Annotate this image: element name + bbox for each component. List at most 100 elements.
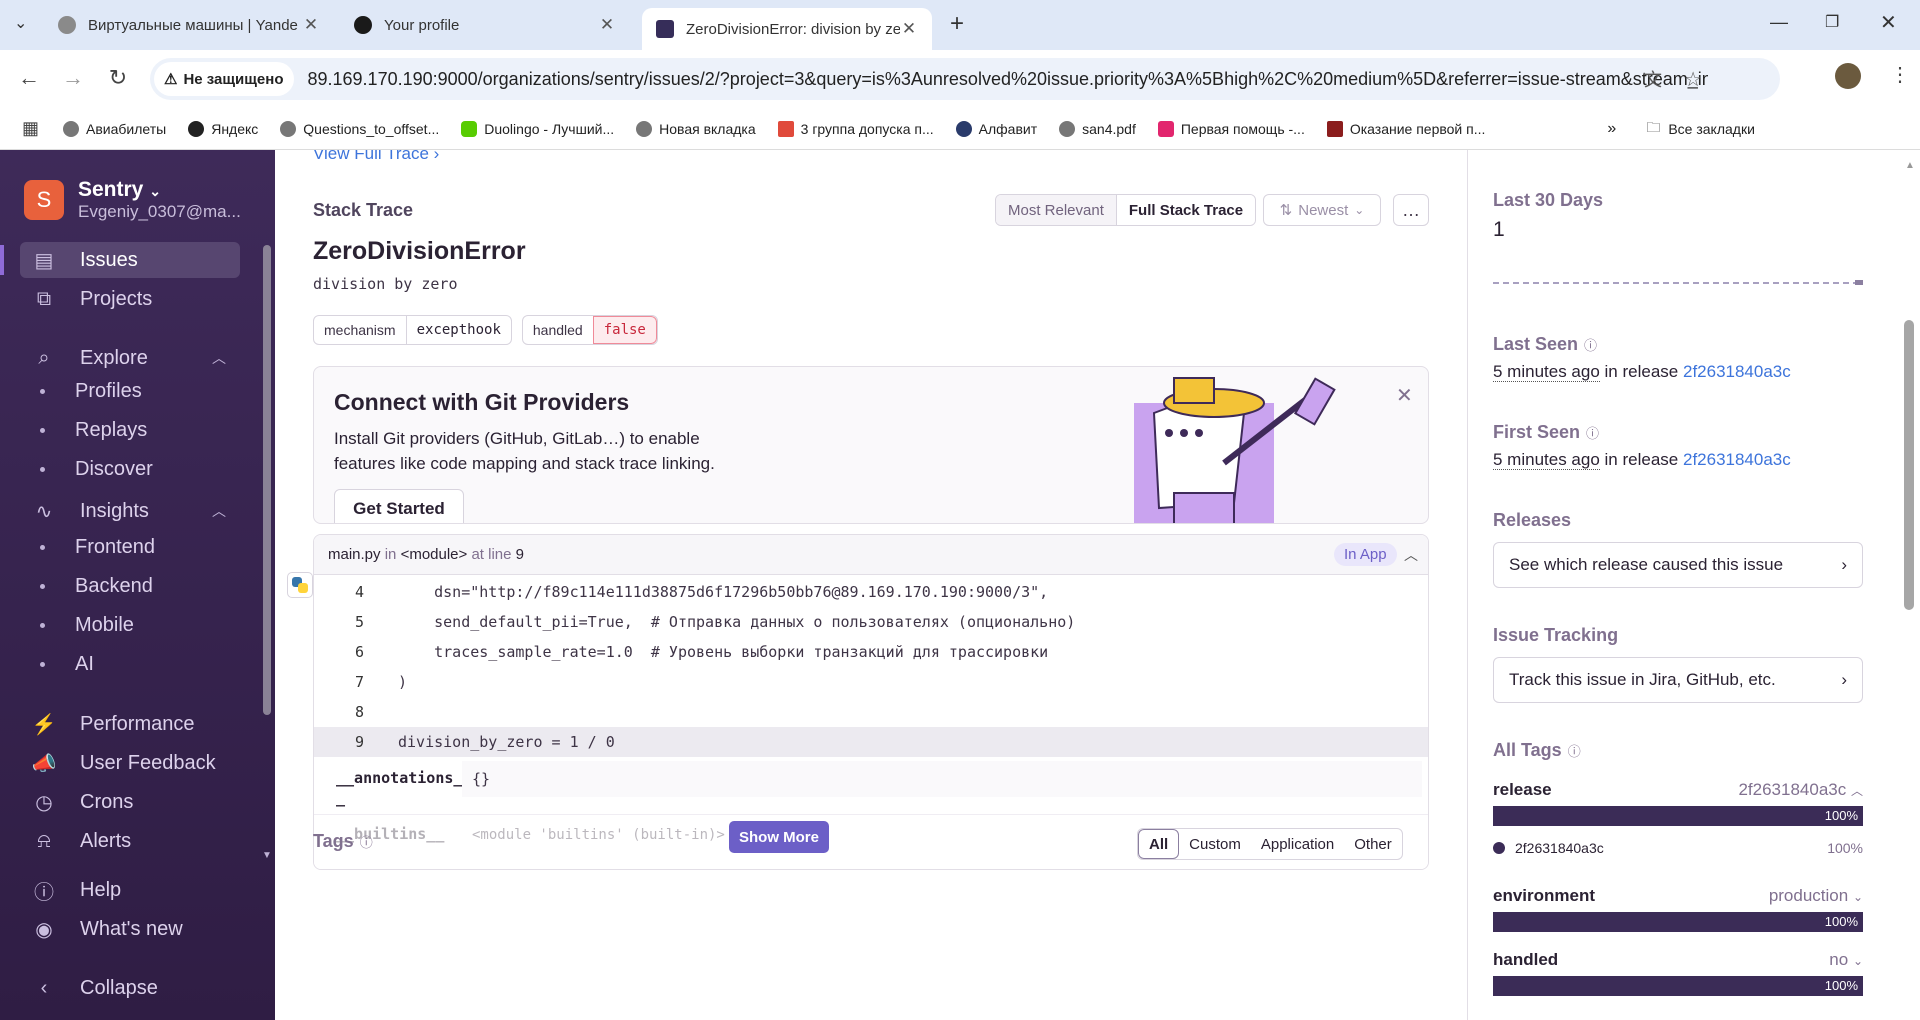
browser-tab[interactable]: Виртуальные машины | Yande ✕	[44, 8, 334, 42]
sidebar-item-insights[interactable]: ∿ Insights ︿	[20, 493, 240, 529]
tab-search-icon[interactable]: ⌄	[14, 13, 27, 33]
sort-dropdown[interactable]: ⇅ Newest ⌄	[1263, 194, 1381, 226]
python-icon	[287, 572, 313, 598]
sidebar-item-performance[interactable]: ⚡ Performance	[20, 706, 240, 742]
security-indicator[interactable]: ⚠ Не защищено	[154, 62, 294, 96]
sidebar-collapse[interactable]: ‹ Collapse	[20, 970, 240, 1006]
help-icon[interactable]: ⓘ	[1568, 741, 1581, 760]
sparkline	[1493, 280, 1863, 285]
sidebar-item-replays[interactable]: Replays	[40, 419, 147, 442]
close-icon[interactable]: ✕	[598, 15, 616, 35]
view-full-trace-link[interactable]: View Full Trace ›	[313, 150, 439, 164]
sidebar-scrollbar[interactable]	[263, 245, 271, 715]
close-window-icon[interactable]: ✕	[1880, 10, 1897, 35]
apps-icon[interactable]: ▦	[22, 118, 39, 139]
tags-filter-application[interactable]: Application	[1251, 829, 1344, 859]
sidebar-item-issues[interactable]: ▤ Issues	[20, 242, 240, 278]
more-options-button[interactable]: …	[1393, 194, 1429, 226]
toggle-most-relevant[interactable]: Most Relevant	[996, 195, 1116, 225]
bookmark[interactable]: Алфавит	[955, 120, 1037, 137]
git-illustration	[1134, 377, 1336, 523]
forward-icon[interactable]: →	[58, 65, 88, 91]
bookmark[interactable]: Первая помощь -...	[1157, 120, 1305, 137]
bookmark[interactable]: Оказание первой п...	[1326, 120, 1485, 137]
browser-tab-active[interactable]: ZeroDivisionError: division by ze ✕	[642, 8, 932, 50]
sidebar-item-backend[interactable]: Backend	[40, 575, 153, 598]
translate-icon[interactable]: 文	[1644, 66, 1662, 92]
sidebar-item-whats-new[interactable]: ◉ What's new	[20, 911, 240, 947]
omnibox[interactable]: ⚠ Не защищено 89.169.170.190:9000/organi…	[150, 58, 1780, 100]
show-more-button[interactable]: Show More	[729, 821, 829, 853]
org-switcher[interactable]: S Sentry ⌄ Evgeniy_0307@ma...	[24, 178, 241, 222]
more-bookmarks-icon[interactable]: »	[1607, 120, 1616, 138]
banner-body: Install Git providers (GitHub, GitLab…) …	[334, 429, 700, 448]
minimize-icon[interactable]: —	[1770, 12, 1788, 33]
close-icon[interactable]: ✕	[302, 15, 320, 35]
tag-release[interactable]: release 2f2631840a3c ︿ 100% 2f2631840a3c …	[1493, 780, 1863, 856]
get-started-button[interactable]: Get Started	[334, 489, 464, 523]
bookmark[interactable]: 3 группа допуска п...	[777, 120, 934, 137]
back-icon[interactable]: ←	[14, 65, 44, 91]
tag-environment[interactable]: environment production ⌄ 100%	[1493, 886, 1863, 932]
toggle-full-stack-trace[interactable]: Full Stack Trace	[1115, 195, 1256, 225]
reload-icon[interactable]: ↻	[103, 65, 133, 91]
sidebar-item-frontend[interactable]: Frontend	[40, 536, 155, 559]
sidebar-item-ai[interactable]: AI	[40, 653, 94, 676]
sidebar-item-crons[interactable]: ◷ Crons	[20, 784, 240, 820]
star-icon[interactable]: ☆	[1684, 67, 1702, 92]
chevron-down-icon: ⌄	[1852, 890, 1863, 904]
issue-tracking-button[interactable]: Track this issue in Jira, GitHub, etc. ›	[1493, 657, 1863, 703]
tags-filter-all[interactable]: All	[1138, 829, 1180, 859]
scroll-up-icon[interactable]: ▲	[1905, 160, 1915, 171]
chevron-up-icon: ︿	[1850, 784, 1863, 798]
bookmark[interactable]: Questions_to_offset...	[280, 120, 439, 137]
banner-body: features like code mapping and stack tra…	[334, 454, 715, 473]
scroll-down-icon[interactable]: ▼	[262, 850, 272, 861]
right-scrollbar[interactable]	[1904, 320, 1914, 610]
new-tab-icon[interactable]: +	[950, 10, 964, 38]
first-seen-heading: First Seen ⓘ	[1493, 422, 1600, 442]
sidebar-item-help[interactable]: ⓘ Help	[20, 872, 240, 908]
tab-title: Your profile	[384, 16, 460, 34]
all-bookmarks[interactable]: 🗀 Все закладки	[1646, 117, 1755, 141]
releases-button[interactable]: See which release caused this issue ›	[1493, 542, 1863, 588]
all-tags-heading: All Tags ⓘ	[1493, 740, 1581, 760]
sidebar-item-alerts[interactable]: ⍾ Alerts	[20, 823, 240, 859]
sidebar-item-user-feedback[interactable]: 📣 User Feedback	[20, 745, 240, 781]
release-link[interactable]: 2f2631840a3c	[1683, 362, 1791, 381]
help-icon[interactable]: ⓘ	[360, 832, 373, 851]
tags-filter-other[interactable]: Other	[1344, 829, 1402, 859]
help-icon[interactable]: ⓘ	[1584, 335, 1597, 354]
menu-icon[interactable]: ⋮	[1890, 62, 1910, 87]
warning-icon: ⚠	[164, 71, 178, 88]
help-icon[interactable]: ⓘ	[1586, 423, 1599, 442]
handled-chip: handled false	[521, 315, 658, 345]
browser-tab[interactable]: Your profile ✕	[340, 8, 630, 42]
close-icon[interactable]: ✕	[900, 19, 918, 39]
release-link[interactable]: 2f2631840a3c	[1683, 450, 1791, 469]
bookmark[interactable]: Новая вкладка	[636, 120, 756, 137]
bookmark[interactable]: Duolingo - Лучший...	[461, 120, 614, 137]
frame-line: 9	[515, 546, 524, 563]
frame-header[interactable]: main.py in <module> at line 9 In App ︿	[314, 535, 1428, 575]
tags-filter-custom[interactable]: Custom	[1179, 829, 1251, 859]
profile-avatar[interactable]	[1835, 63, 1861, 89]
maximize-icon[interactable]: ❐	[1825, 12, 1839, 32]
url-text[interactable]: 89.169.170.190:9000/organizations/sentry…	[308, 69, 1708, 90]
last30-count: 1	[1493, 218, 1505, 241]
bookmark[interactable]: Авиабилеты	[63, 120, 166, 137]
bookmark[interactable]: Яндекс	[188, 120, 258, 137]
sidebar-item-profiles[interactable]: Profiles	[40, 380, 142, 403]
close-icon[interactable]: ✕	[1396, 383, 1413, 408]
code-line: 6 traces_sample_rate=1.0 # Уровень выбор…	[354, 643, 1049, 661]
first-seen-value: 5 minutes ago in release 2f2631840a3c	[1493, 450, 1791, 470]
tag-handled[interactable]: handled no ⌄ 100%	[1493, 950, 1863, 996]
sidebar-item-discover[interactable]: Discover	[40, 458, 153, 481]
chevron-up-icon[interactable]: ︿	[1404, 545, 1418, 565]
bookmark[interactable]: san4.pdf	[1059, 120, 1136, 137]
active-indicator	[0, 245, 4, 275]
sidebar-item-explore[interactable]: ⌕ Explore ︿	[20, 340, 240, 376]
sidebar-item-mobile[interactable]: Mobile	[40, 614, 134, 637]
sidebar-item-projects[interactable]: ⧉ Projects	[20, 281, 240, 317]
tag-bar: 100%	[1493, 912, 1863, 932]
